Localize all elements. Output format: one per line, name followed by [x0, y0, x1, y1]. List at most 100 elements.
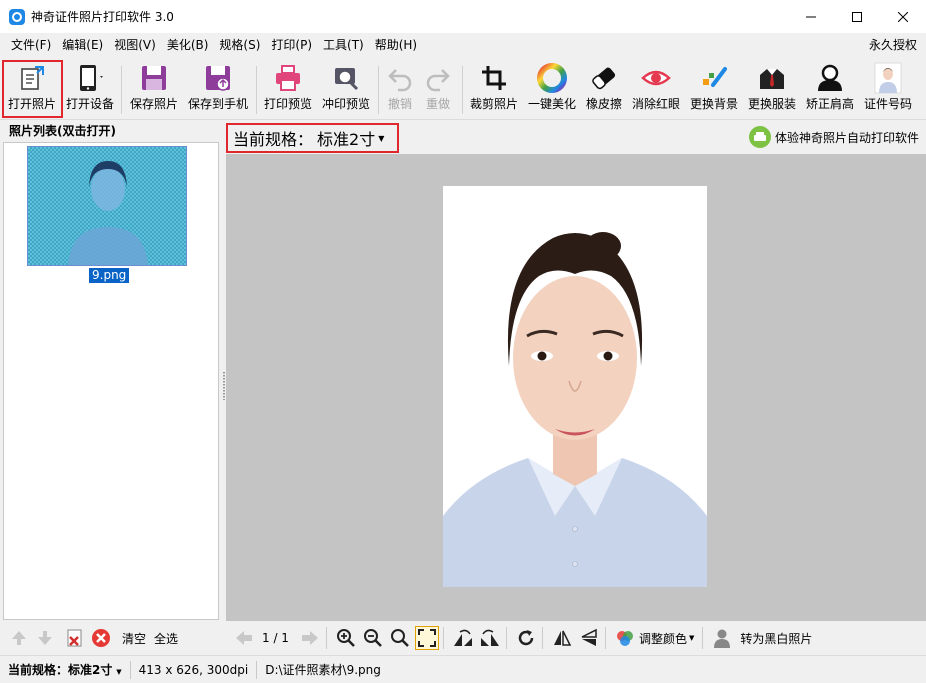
id-size-label: 证件号码 [863, 97, 912, 111]
separator [604, 627, 606, 649]
close-button[interactable] [880, 0, 926, 33]
delete-file-icon[interactable] [64, 627, 86, 649]
title-bar: 神奇证件照片打印软件 3.0 [0, 0, 926, 33]
correct-shoulders-button[interactable]: 矫正肩高 [804, 60, 856, 118]
status-path: D:\证件照素材\9.png [265, 662, 381, 677]
promo-link[interactable]: 体验神奇照片自动打印软件 [748, 126, 919, 148]
page-indicator: 1 / 1 [262, 631, 289, 645]
develop-preview-button[interactable]: 冲印预览 [320, 60, 372, 118]
remove-red-eye-label: 消除红眼 [631, 97, 680, 111]
move-up-icon[interactable] [8, 627, 30, 649]
phone-icon [73, 60, 107, 96]
menu-bar: 文件(F) 编辑(E) 视图(V) 美化(B) 规格(S) 打印(P) 工具(T… [0, 33, 926, 58]
fit-window-icon[interactable] [414, 626, 439, 650]
zoom-in-icon[interactable] [334, 626, 358, 650]
toolbar-separator [378, 66, 379, 114]
change-clothes-button[interactable]: 更换服装 [746, 60, 798, 118]
photo-list[interactable]: 9.png [3, 142, 219, 620]
eraser-button[interactable]: 橡皮擦 [584, 60, 624, 118]
undo-label: 撤销 [387, 97, 412, 111]
splitter-grip[interactable] [223, 372, 225, 400]
rotate-right-icon[interactable] [478, 626, 502, 650]
status-spec-label: 当前规格： [8, 662, 69, 677]
menu-print[interactable]: 打印(P) [265, 33, 317, 58]
next-page-icon[interactable] [298, 626, 322, 650]
spec-bar: 当前规格： 标准2寸 ▼ 体验神奇照片自动打印软件 [226, 121, 926, 154]
one-click-beautify-label: 一键美化 [527, 97, 576, 111]
window-title: 神奇证件照片打印软件 3.0 [31, 10, 174, 24]
undo-icon [386, 60, 414, 96]
suit-icon [757, 60, 787, 96]
open-device-label: 打开设备 [65, 97, 114, 111]
open-photo-highlight [2, 60, 63, 118]
menu-beautify[interactable]: 美化(B) [161, 33, 214, 58]
status-bar: 当前规格：标准2寸 ▼ 413 x 626, 300dpi D:\证件照素材\9… [0, 655, 926, 683]
adjust-color-icon[interactable] [613, 626, 637, 650]
open-device-button[interactable]: 打开设备 [64, 60, 116, 118]
separator [702, 627, 704, 649]
refresh-icon[interactable] [514, 626, 538, 650]
flip-vertical-icon[interactable] [577, 626, 601, 650]
crop-button[interactable]: 裁剪照片 [468, 60, 520, 118]
remove-red-eye-button[interactable]: 消除红眼 [630, 60, 682, 118]
photo-list-actions: 清空 全选 [0, 621, 222, 655]
one-click-beautify-button[interactable]: 一键美化 [526, 60, 578, 118]
separator [442, 627, 444, 649]
status-dimensions: 413 x 626, 300dpi [131, 660, 258, 679]
toolbar-separator [462, 66, 463, 114]
correct-shoulders-label: 矫正肩高 [805, 97, 854, 111]
change-background-label: 更换背景 [689, 97, 738, 111]
spec-value: 标准2寸 [317, 130, 376, 149]
toolbar-separator [121, 66, 122, 114]
previous-page-icon[interactable] [232, 626, 256, 650]
print-preview-button[interactable]: 打印预览 [262, 60, 314, 118]
save-to-phone-icon [203, 60, 233, 96]
separator [541, 627, 543, 649]
save-to-phone-button[interactable]: 保存到手机 [186, 60, 250, 118]
save-photo-button[interactable]: 保存照片 [127, 60, 181, 118]
zoom-out-icon[interactable] [361, 626, 385, 650]
rotate-left-icon[interactable] [451, 626, 475, 650]
select-all-button[interactable]: 全选 [154, 630, 178, 647]
print-preview-label: 打印预览 [263, 97, 312, 111]
toolbar-separator [256, 66, 257, 114]
change-background-button[interactable]: 更换背景 [688, 60, 740, 118]
redo-icon [424, 60, 452, 96]
menu-file[interactable]: 文件(F) [5, 33, 56, 58]
separator [325, 627, 327, 649]
toolbar: 打开照片 打开设备 保存照片 保存到手机 打印预览 冲印预览 撤销 重做 裁剪照… [0, 58, 926, 120]
menu-view[interactable]: 视图(V) [108, 33, 161, 58]
license-link[interactable]: 永久授权 [869, 33, 917, 58]
maximize-button[interactable] [834, 0, 880, 33]
save-to-phone-label: 保存到手机 [187, 97, 248, 111]
chevron-down-icon: ▼ [378, 133, 385, 143]
photo-thumbnail[interactable] [27, 146, 187, 266]
change-clothes-label: 更换服装 [747, 97, 796, 111]
flip-horizontal-icon[interactable] [550, 626, 574, 650]
minimize-button[interactable] [788, 0, 834, 33]
zoom-actual-icon[interactable] [388, 626, 412, 650]
id-photo-icon [874, 60, 902, 96]
printer-icon [273, 60, 303, 96]
move-down-icon[interactable] [34, 627, 56, 649]
status-spec-value: 标准2寸 [68, 662, 113, 677]
clear-button[interactable]: 清空 [122, 630, 146, 647]
person-icon[interactable] [710, 626, 734, 650]
menu-tools[interactable]: 工具(T) [317, 33, 369, 58]
chevron-down-icon: ▼ [688, 634, 695, 642]
adjust-color-button[interactable]: 调整颜色 [639, 630, 687, 647]
menu-help[interactable]: 帮助(H) [369, 33, 422, 58]
spec-selector[interactable]: 当前规格： 标准2寸 ▼ [226, 123, 399, 153]
redo-button[interactable]: 重做 [422, 60, 454, 118]
menu-edit[interactable]: 编辑(E) [56, 33, 108, 58]
undo-button[interactable]: 撤销 [384, 60, 416, 118]
menu-spec[interactable]: 规格(S) [213, 33, 265, 58]
to-bw-button[interactable]: 转为黑白照片 [740, 630, 812, 647]
id-photo[interactable] [443, 186, 707, 587]
photo-filename[interactable]: 9.png [89, 268, 130, 283]
photo-canvas[interactable] [226, 154, 926, 621]
remove-icon[interactable] [90, 627, 112, 649]
status-spec[interactable]: 当前规格：标准2寸 ▼ [0, 660, 131, 679]
id-size-button[interactable]: 证件号码 [862, 60, 914, 118]
save-icon [139, 60, 169, 96]
